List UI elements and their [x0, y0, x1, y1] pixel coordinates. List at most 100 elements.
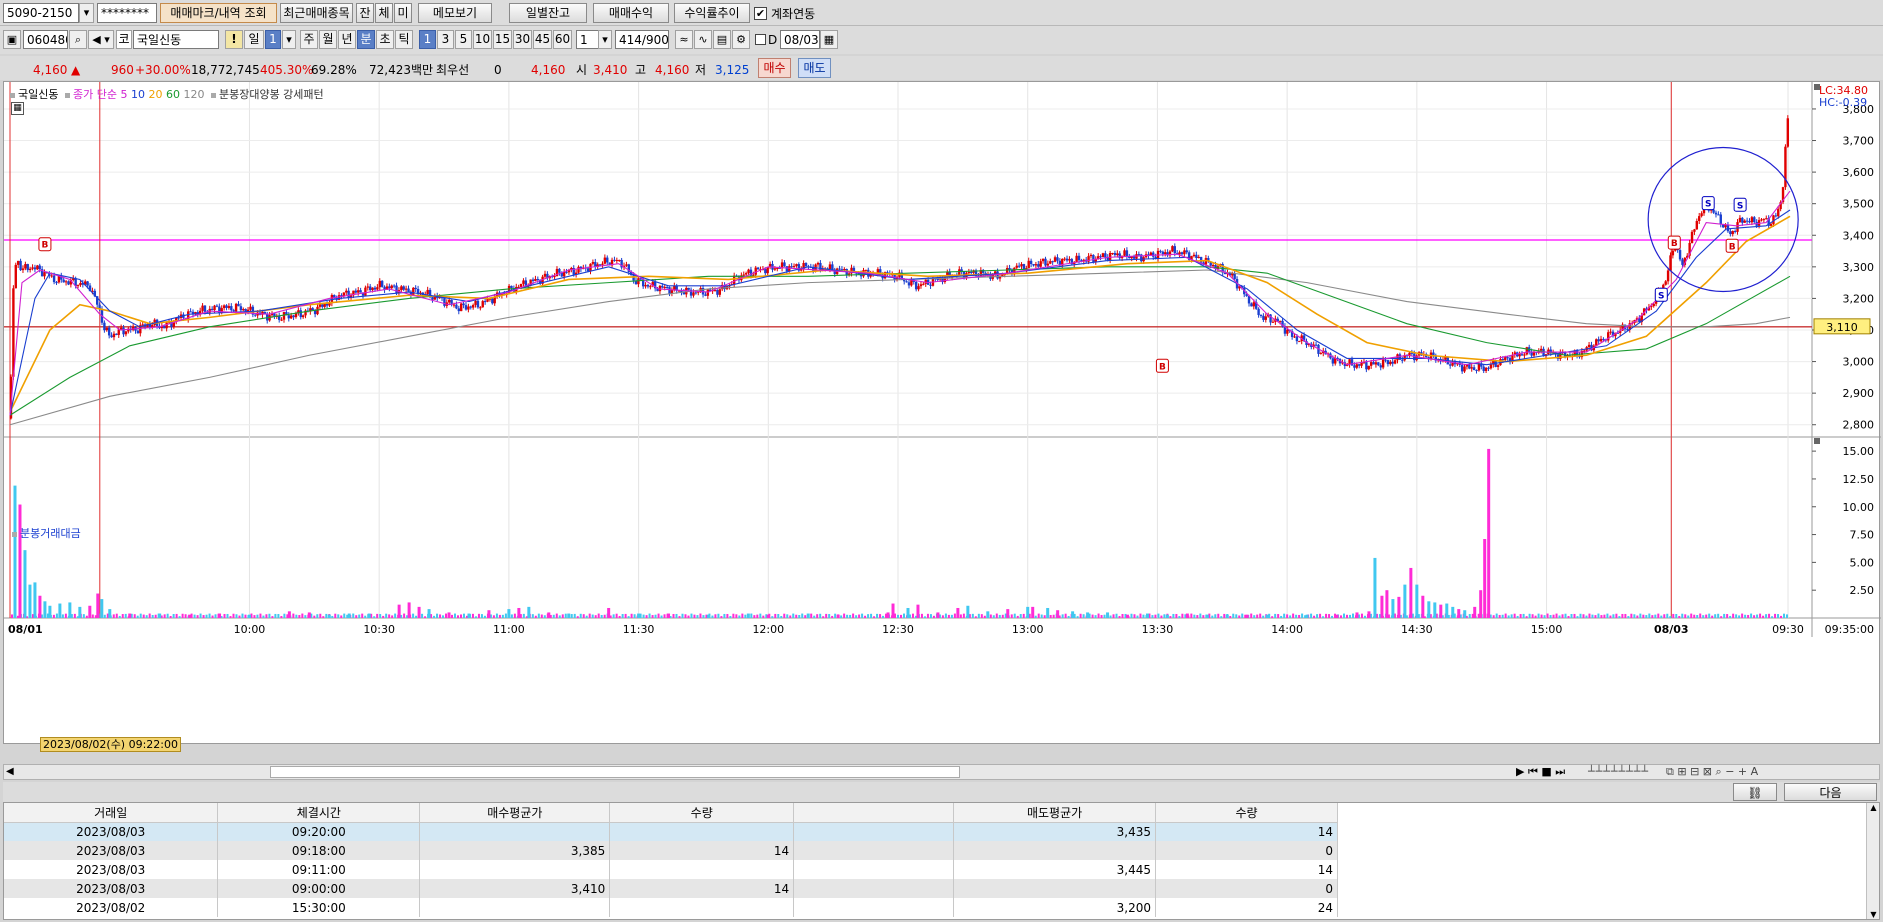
ruler-icon[interactable]: ⊞: [1677, 765, 1686, 778]
font-icon[interactable]: A: [1751, 765, 1759, 778]
table-scrollbar[interactable]: ▲ ▼: [1866, 803, 1879, 919]
candle-body: [1379, 365, 1382, 368]
minute-5-tab[interactable]: 5: [455, 30, 472, 49]
volume-bar: [1663, 614, 1666, 618]
zoom-ruler-icon[interactable]: ┴┴┴┴┴┴┴┴: [1588, 765, 1649, 778]
price-volume-chart[interactable]: 08/01 10:00 10:30 11:00 11:30 12:00 12:30 13:00…: [4, 82, 1881, 745]
compare-icon[interactable]: ⊠: [1703, 765, 1712, 778]
chevron-down-icon[interactable]: ▾: [79, 3, 94, 23]
unit-tick-tab[interactable]: 틱: [395, 30, 413, 49]
memo-view-button[interactable]: 메모보기: [418, 3, 492, 23]
zoom-in-icon[interactable]: +: [1738, 765, 1747, 778]
view-tools[interactable]: ⧉ ⊞ ⊟ ⊠ ⌕ − + A: [1666, 765, 1758, 779]
volume-bar: [88, 605, 92, 618]
copy-icon[interactable]: ⧉: [1666, 765, 1674, 778]
return-trend-button[interactable]: 수익률추이: [674, 3, 750, 23]
link-icon[interactable]: ⛓: [1733, 783, 1777, 801]
tab-mi[interactable]: 미: [394, 3, 412, 23]
daily-balance-button[interactable]: 일별잔고: [509, 3, 587, 23]
scroll-down-icon[interactable]: ▼: [1867, 910, 1879, 919]
save-icon[interactable]: ▤: [713, 30, 731, 49]
minute-30-tab[interactable]: 30: [513, 30, 532, 49]
next-button[interactable]: 다음: [1784, 783, 1877, 801]
table-row[interactable]: 2023/08/02 15:30:00 3,200 24: [4, 898, 1338, 917]
chart-scrollbar[interactable]: ◀ ▶ ⏮ ■ ⏭ ┴┴┴┴┴┴┴┴ ⧉ ⊞ ⊟ ⊠ ⌕ − + A: [3, 764, 1880, 780]
mark-history-button[interactable]: 매매마크/내역 조회: [160, 3, 277, 23]
col-sell-avg[interactable]: 매도평균가: [953, 803, 1157, 823]
volume-bar: [85, 615, 88, 618]
col-trade-date[interactable]: 거래일: [4, 803, 219, 823]
date-checkbox[interactable]: [755, 34, 766, 45]
minute-1-tab[interactable]: 1: [419, 30, 436, 49]
scroll-left-icon[interactable]: ◀: [6, 766, 14, 777]
candle-body: [773, 268, 777, 270]
chart-panel[interactable]: 08/01 10:00 10:30 11:00 11:30 12:00 12:30 13:00…: [3, 81, 1881, 752]
minute-15-tab[interactable]: 15: [493, 30, 512, 49]
unit-year-tab[interactable]: 년: [338, 30, 356, 49]
trend-icon[interactable]: ∿: [694, 30, 712, 49]
speaker-icon[interactable]: ◀ ▾: [88, 30, 114, 49]
volume-bar: [660, 615, 663, 618]
table-row[interactable]: 2023/08/03 09:11:00 3,445 14: [4, 860, 1338, 879]
password-field[interactable]: ********: [97, 3, 157, 23]
candle-body: [1748, 221, 1751, 223]
unit-minute-tab[interactable]: 분: [357, 30, 375, 49]
scroll-up-icon[interactable]: ▲: [1867, 803, 1879, 812]
account-select[interactable]: 5090-2150: [3, 3, 79, 23]
volume-bar: [1681, 613, 1684, 618]
forward-icon[interactable]: ⏭: [1555, 765, 1565, 778]
layout-icon[interactable]: ▣: [3, 30, 21, 49]
candle-body: [112, 333, 116, 338]
grid-toggle-icon[interactable]: ▦: [11, 102, 24, 115]
unit-second-tab[interactable]: 초: [376, 30, 394, 49]
cell-time: 09:20:00: [217, 822, 421, 841]
recent-trades-button[interactable]: 최근매매종목: [280, 3, 353, 23]
minute-60-tab[interactable]: 60: [553, 30, 572, 49]
chevron-down-icon[interactable]: ▾: [598, 30, 612, 49]
chevron-down-icon[interactable]: ▾: [282, 30, 296, 49]
stock-name-field[interactable]: 국일신동: [133, 30, 219, 49]
period-day-tab[interactable]: 일: [244, 30, 264, 49]
candle-body: [151, 325, 154, 327]
date-field[interactable]: 08/03: [780, 30, 820, 49]
table-row[interactable]: 2023/08/03 09:18:00 3,385 14 0: [4, 841, 1338, 860]
col-exec-time[interactable]: 체결시간: [217, 803, 421, 823]
search-icon[interactable]: ⌕: [69, 30, 87, 49]
volume-bar: [1106, 612, 1110, 618]
trade-profit-button[interactable]: 매매수익: [593, 3, 669, 23]
table-row[interactable]: 2023/08/03 09:00:00 3,410 14 0: [4, 879, 1338, 898]
account-link-checkbox[interactable]: ✔: [754, 7, 767, 20]
rewind-icon[interactable]: ⏮: [1528, 765, 1538, 778]
calendar-icon[interactable]: ▦: [820, 30, 838, 49]
volume-bar: [427, 609, 431, 618]
minute-3-tab[interactable]: 3: [437, 30, 454, 49]
magnifier-icon[interactable]: ⌕: [1716, 765, 1722, 778]
period-count-field[interactable]: 1: [265, 30, 281, 49]
volume-bar: [1573, 613, 1576, 618]
volume-bar: [10, 614, 13, 618]
volume-bar: [1765, 614, 1768, 618]
tab-che[interactable]: 체: [375, 3, 393, 23]
stock-code-input[interactable]: 060480: [23, 30, 68, 49]
play-icon[interactable]: ▶: [1516, 765, 1524, 778]
gear-icon[interactable]: ⚙: [732, 30, 750, 49]
minute-10-tab[interactable]: 10: [473, 30, 492, 49]
alert-icon[interactable]: !: [225, 30, 243, 49]
scroll-thumb[interactable]: [270, 766, 960, 778]
sell-button[interactable]: 매도: [798, 58, 831, 78]
col-sell-qty[interactable]: 수량: [1155, 803, 1338, 823]
playback-controls[interactable]: ▶ ⏮ ■ ⏭: [1516, 765, 1565, 779]
scale-icon[interactable]: ⊟: [1690, 765, 1699, 778]
minute-45-tab[interactable]: 45: [533, 30, 552, 49]
zoom-out-icon[interactable]: −: [1725, 765, 1734, 778]
buy-button[interactable]: 매수: [758, 58, 791, 78]
col-buy-qty[interactable]: 수량: [609, 803, 795, 823]
col-buy-avg[interactable]: 매수평균가: [419, 803, 611, 823]
table-row[interactable]: 2023/08/03 09:20:00 3,435 14: [4, 822, 1338, 841]
stop-icon[interactable]: ■: [1541, 765, 1551, 778]
unit-week-tab[interactable]: 주: [300, 30, 318, 49]
tab-jan[interactable]: 잔: [356, 3, 374, 23]
overlay-icon[interactable]: ≈: [675, 30, 693, 49]
bar-count-field[interactable]: 414/900: [615, 30, 669, 49]
unit-month-tab[interactable]: 월: [319, 30, 337, 49]
